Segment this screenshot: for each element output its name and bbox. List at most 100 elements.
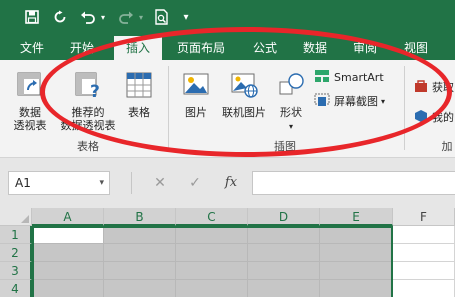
cell[interactable] <box>32 262 104 280</box>
cell[interactable] <box>104 262 176 280</box>
cell[interactable] <box>393 280 455 297</box>
column-header[interactable]: B <box>104 208 176 226</box>
tab-data[interactable]: 数据 <box>294 36 336 60</box>
cell[interactable] <box>320 226 393 244</box>
smartart-button[interactable]: SmartArt <box>314 68 384 86</box>
table-button[interactable]: 表格 <box>120 70 158 119</box>
cell[interactable] <box>393 226 455 244</box>
svg-text:?: ? <box>90 82 100 100</box>
enter-icon[interactable]: ✓ <box>180 171 210 195</box>
store-icon <box>414 79 428 96</box>
undo-icon[interactable] <box>78 6 98 28</box>
redo-icon[interactable] <box>116 6 136 28</box>
customize-qat-icon[interactable]: ▾ <box>180 6 192 28</box>
get-addins-button[interactable]: 获取 <box>414 78 454 96</box>
recommended-pivot-icon: ? <box>58 70 118 103</box>
print-preview-icon[interactable] <box>152 6 172 28</box>
shapes-button[interactable]: 形状 ▾ <box>272 70 310 133</box>
name-box[interactable]: A1 ▾ <box>8 171 110 195</box>
column-header[interactable]: A <box>32 208 104 226</box>
row-header[interactable]: 2 <box>0 244 32 262</box>
cell[interactable] <box>32 280 104 297</box>
cell[interactable] <box>104 244 176 262</box>
cell[interactable] <box>393 244 455 262</box>
online-pictures-button[interactable]: 联机图片 <box>218 70 270 119</box>
shapes-label: 形状 <box>280 106 302 119</box>
title-bar: ▾ ▾ ▾ <box>0 0 455 36</box>
my-addins-label: 我的 <box>432 111 454 124</box>
select-all-button[interactable] <box>0 208 32 226</box>
tab-view[interactable]: 视图 <box>394 36 438 60</box>
cell[interactable] <box>248 244 320 262</box>
column-header[interactable]: E <box>320 208 393 226</box>
cell[interactable] <box>176 280 248 297</box>
cell[interactable] <box>176 262 248 280</box>
insert-function-icon[interactable]: fx <box>214 171 248 195</box>
recommended-pivot-label-2: 数据透视表 <box>60 119 116 132</box>
cell[interactable] <box>176 244 248 262</box>
undo-dropdown-icon[interactable]: ▾ <box>98 6 108 28</box>
redo-dropdown-icon[interactable]: ▾ <box>136 6 146 28</box>
cell[interactable] <box>248 262 320 280</box>
tables-group-label: 表格 <box>77 140 99 153</box>
recommended-pivot-button[interactable]: ? 推荐的 数据透视表 <box>58 70 118 132</box>
pictures-button[interactable]: 图片 <box>178 70 214 119</box>
online-pictures-label: 联机图片 <box>222 106 266 119</box>
cancel-icon[interactable]: ✕ <box>142 171 178 195</box>
tab-home[interactable]: 开始 <box>60 36 104 60</box>
screenshot-icon <box>314 93 330 110</box>
autosave-icon[interactable] <box>50 6 70 28</box>
get-addins-label: 获取 <box>432 81 454 94</box>
cell[interactable] <box>32 244 104 262</box>
screenshot-label: 屏幕截图 <box>334 95 378 108</box>
addins-group-label: 加 <box>441 140 453 153</box>
tab-file[interactable]: 文件 <box>10 36 54 60</box>
cell[interactable] <box>176 226 248 244</box>
cell[interactable] <box>104 226 176 244</box>
formula-input[interactable] <box>252 171 455 195</box>
tab-insert[interactable]: 插入 <box>114 36 162 60</box>
online-pictures-icon <box>218 70 270 103</box>
name-box-dropdown-icon[interactable]: ▾ <box>99 172 104 194</box>
cell[interactable] <box>320 280 393 297</box>
pivot-table-icon <box>8 70 52 103</box>
save-icon[interactable] <box>22 6 42 28</box>
screenshot-dropdown-icon: ▾ <box>381 96 386 106</box>
pivot-table-button[interactable]: 数据 透视表 <box>8 70 52 132</box>
cell[interactable] <box>320 262 393 280</box>
cell[interactable] <box>393 262 455 280</box>
row-header[interactable]: 3 <box>0 262 32 280</box>
cell[interactable] <box>320 244 393 262</box>
table-icon <box>120 70 158 103</box>
column-header[interactable]: F <box>393 208 455 226</box>
column-header[interactable]: D <box>248 208 320 226</box>
shapes-icon <box>272 70 310 103</box>
screenshot-button[interactable]: 屏幕截图 ▾ <box>314 92 385 110</box>
smartart-icon <box>314 69 330 86</box>
smartart-label: SmartArt <box>334 70 384 84</box>
addins-icon <box>414 109 428 126</box>
row-header[interactable]: 1 <box>0 226 32 244</box>
tab-review[interactable]: 审阅 <box>344 36 386 60</box>
cell[interactable] <box>104 280 176 297</box>
group-divider <box>168 66 169 150</box>
cell-a1[interactable] <box>32 226 104 244</box>
formula-bar: A1 ▾ ✕ ✓ fx <box>0 158 455 208</box>
my-addins-button[interactable]: 我的 <box>414 108 454 126</box>
ribbon-tabs: 文件 开始 插入 页面布局 公式 数据 审阅 视图 <box>0 36 455 60</box>
table-label: 表格 <box>128 106 150 119</box>
shapes-dropdown-icon: ▾ <box>288 122 293 131</box>
illustrations-group-label: 插图 <box>274 140 296 153</box>
column-header[interactable]: C <box>176 208 248 226</box>
cell[interactable] <box>248 226 320 244</box>
group-divider <box>404 66 405 150</box>
cell[interactable] <box>248 280 320 297</box>
worksheet-grid: A B C D E F 1 2 3 4 <box>0 208 455 297</box>
pictures-label: 图片 <box>185 106 207 119</box>
pivot-table-label-2: 透视表 <box>13 119 47 132</box>
name-box-value: A1 <box>15 176 31 190</box>
row-header[interactable]: 4 <box>0 280 32 297</box>
tab-page-layout[interactable]: 页面布局 <box>170 36 232 60</box>
formula-bar-divider <box>131 172 132 194</box>
tab-formulas[interactable]: 公式 <box>244 36 286 60</box>
